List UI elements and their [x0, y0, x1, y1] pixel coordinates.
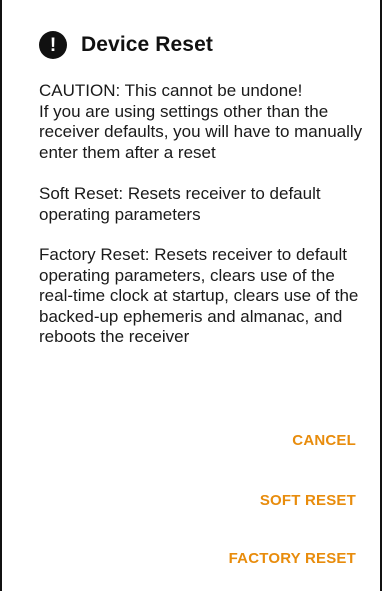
- dialog-title: Device Reset: [81, 33, 213, 56]
- factory-reset-button[interactable]: FACTORY RESET: [229, 550, 356, 567]
- cancel-button[interactable]: CANCEL: [292, 432, 356, 449]
- dialog-message: CAUTION: This cannot be undone! If you a…: [39, 81, 369, 368]
- device-reset-dialog: ! Device Reset CAUTION: This cannot be u…: [0, 0, 382, 591]
- dialog-header: ! Device Reset: [39, 31, 213, 59]
- soft-reset-description: Soft Reset: Resets receiver to default o…: [39, 184, 321, 224]
- factory-reset-description: Factory Reset: Resets receiver to defaul…: [39, 245, 359, 346]
- soft-reset-button[interactable]: SOFT RESET: [260, 492, 356, 509]
- alert-icon: !: [39, 31, 67, 59]
- caution-text: CAUTION: This cannot be undone! If you a…: [39, 81, 363, 162]
